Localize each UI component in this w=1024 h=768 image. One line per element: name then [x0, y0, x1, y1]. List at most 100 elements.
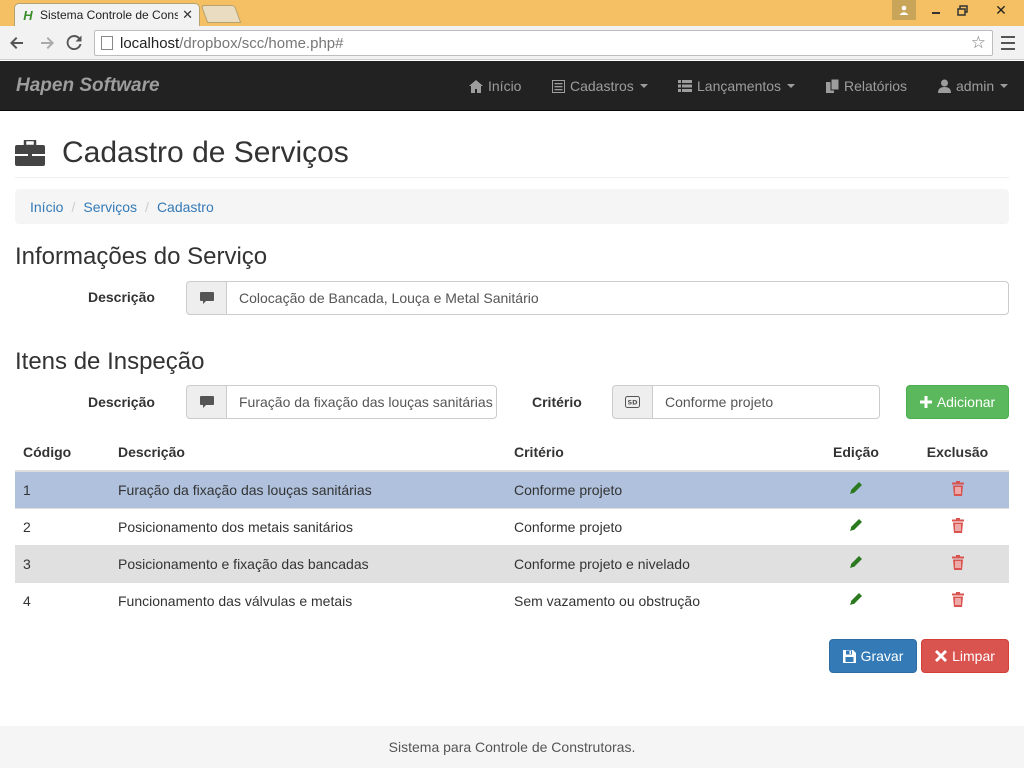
- nav-admin[interactable]: admin: [938, 61, 1009, 111]
- page-header: Cadastro de Serviços: [15, 128, 1009, 178]
- url-path: /dropbox/scc/home.php#: [179, 34, 344, 52]
- trash-icon[interactable]: [951, 554, 964, 573]
- nav-cadastros[interactable]: Cadastros: [552, 61, 648, 111]
- nav-relatorios-label: Relatórios: [844, 78, 908, 94]
- breadcrumb: Início / Serviços / Cadastro: [15, 189, 1009, 224]
- browser-toolbar: localhost/dropbox/scc/home.php# ☆: [0, 26, 1024, 60]
- restore-icon[interactable]: [950, 0, 974, 20]
- service-description-group: Colocação de Bancada, Louça e Metal Sani…: [186, 281, 1009, 315]
- row-description: Posicionamento dos metais sanitários: [110, 507, 506, 545]
- breadcrumb-separator: /: [145, 198, 149, 215]
- row-criterion: Sem vazamento ou obstrução: [506, 581, 806, 619]
- browser-tab[interactable]: H Sistema Controle de Cons ✕: [14, 3, 200, 26]
- th-list-icon: [678, 80, 692, 92]
- nav-cadastros-label: Cadastros: [570, 78, 634, 94]
- footer: Sistema para Controle de Construtoras.: [0, 726, 1024, 768]
- bookmark-star-icon[interactable]: ☆: [971, 33, 986, 53]
- home-icon: [469, 79, 483, 93]
- table-row[interactable]: 2 Posicionamento dos metais sanitários C…: [15, 507, 1009, 545]
- trash-icon[interactable]: [951, 517, 964, 536]
- forward-icon[interactable]: [36, 32, 58, 54]
- nav-inicio[interactable]: Início: [469, 61, 521, 111]
- trash-icon[interactable]: [951, 480, 964, 499]
- pencil-icon[interactable]: [849, 482, 863, 498]
- sd-video-icon: SD: [612, 385, 652, 419]
- breadcrumb-cadastro[interactable]: Cadastro: [157, 199, 214, 215]
- pencil-icon[interactable]: [849, 556, 863, 572]
- row-criterion: Conforme projeto e nivelado: [506, 544, 806, 582]
- row-code: 4: [15, 581, 110, 619]
- caret-down-icon: [639, 84, 648, 88]
- pencil-icon[interactable]: [849, 519, 863, 535]
- nav-admin-label: admin: [956, 78, 995, 94]
- table-row[interactable]: 1 Furação da fixação das louças sanitári…: [15, 470, 1009, 508]
- new-tab-button[interactable]: [200, 5, 242, 23]
- pencil-icon[interactable]: [849, 593, 863, 609]
- briefcase-icon: [15, 138, 45, 166]
- tab-title: Sistema Controle de Cons: [40, 8, 179, 22]
- caret-down-icon: [1000, 84, 1009, 88]
- breadcrumb-inicio[interactable]: Início: [30, 199, 63, 215]
- brand-logo[interactable]: Hapen Software: [16, 75, 160, 97]
- row-edit-cell: [806, 507, 906, 545]
- nav-relatorios[interactable]: Relatórios: [826, 61, 907, 111]
- save-label: Gravar: [860, 648, 904, 664]
- service-info-title: Informações do Serviço: [15, 243, 268, 270]
- trash-icon[interactable]: [951, 591, 964, 610]
- header-code[interactable]: Código: [15, 434, 110, 472]
- header-edit: Edição: [806, 434, 906, 472]
- footer-text: Sistema para Controle de Construtoras.: [388, 739, 636, 755]
- breadcrumb-servicos[interactable]: Serviços: [83, 199, 137, 215]
- header-delete: Exclusão: [906, 434, 1009, 472]
- nav-lancamentos[interactable]: Lançamentos: [678, 61, 796, 111]
- comment-icon: [186, 385, 226, 419]
- address-bar[interactable]: localhost/dropbox/scc/home.php# ☆: [94, 30, 993, 56]
- profile-icon[interactable]: [892, 0, 916, 20]
- row-edit-cell: [806, 581, 906, 619]
- row-description: Funcionamento das válvulas e metais: [110, 581, 506, 619]
- row-code: 1: [15, 470, 110, 508]
- list-alt-icon: [552, 79, 565, 93]
- close-window-icon[interactable]: ✕: [982, 0, 1020, 20]
- user-icon: [938, 79, 951, 93]
- item-description-input[interactable]: Furação da fixação das louças sanitárias: [226, 385, 497, 419]
- row-delete-cell: [906, 507, 1009, 545]
- breadcrumb-separator: /: [71, 198, 76, 215]
- browser-titlebar: H Sistema Controle de Cons ✕ ✕: [0, 0, 1024, 26]
- row-delete-cell: [906, 470, 1009, 508]
- table-row[interactable]: 4 Funcionamento das válvulas e metais Se…: [15, 581, 1009, 619]
- floppy-disk-icon: [842, 649, 856, 663]
- criterion-input[interactable]: Conforme projeto: [652, 385, 880, 419]
- header-criterion[interactable]: Critério: [506, 434, 806, 472]
- table-row[interactable]: 3 Posicionamento e fixação das bancadas …: [15, 544, 1009, 582]
- save-button[interactable]: Gravar: [829, 639, 917, 673]
- row-delete-cell: [906, 581, 1009, 619]
- nav-inicio-label: Início: [488, 78, 522, 94]
- item-description-label: Descrição: [88, 394, 155, 410]
- app-navbar: Hapen Software Início Cadastros Lançamen…: [0, 61, 1024, 111]
- reload-icon[interactable]: [63, 32, 85, 54]
- criterion-group: SD Conforme projeto: [612, 385, 880, 419]
- back-icon[interactable]: [6, 32, 28, 54]
- inspection-title: Itens de Inspeção: [15, 348, 205, 375]
- comment-icon: [186, 281, 226, 315]
- row-delete-cell: [906, 544, 1009, 582]
- row-criterion: Conforme projeto: [506, 507, 806, 545]
- nav-lancamentos-label: Lançamentos: [697, 78, 782, 94]
- close-tab-icon[interactable]: ✕: [182, 7, 193, 23]
- row-criterion: Conforme projeto: [506, 470, 806, 508]
- favicon-icon: H: [23, 7, 33, 23]
- add-item-button[interactable]: Adicionar: [906, 385, 1009, 419]
- row-code: 2: [15, 507, 110, 545]
- browser-menu-icon[interactable]: [998, 34, 1018, 52]
- row-code: 3: [15, 544, 110, 582]
- plus-icon: [919, 396, 932, 408]
- row-description: Furação da fixação das louças sanitárias: [110, 470, 506, 508]
- copy-icon: [826, 79, 839, 93]
- service-description-input[interactable]: Colocação de Bancada, Louça e Metal Sani…: [226, 281, 1009, 315]
- remove-icon: [935, 650, 948, 662]
- minimize-icon[interactable]: [924, 0, 948, 20]
- row-description: Posicionamento e fixação das bancadas: [110, 544, 506, 582]
- clear-button[interactable]: Limpar: [921, 639, 1009, 673]
- header-description[interactable]: Descrição: [110, 434, 506, 472]
